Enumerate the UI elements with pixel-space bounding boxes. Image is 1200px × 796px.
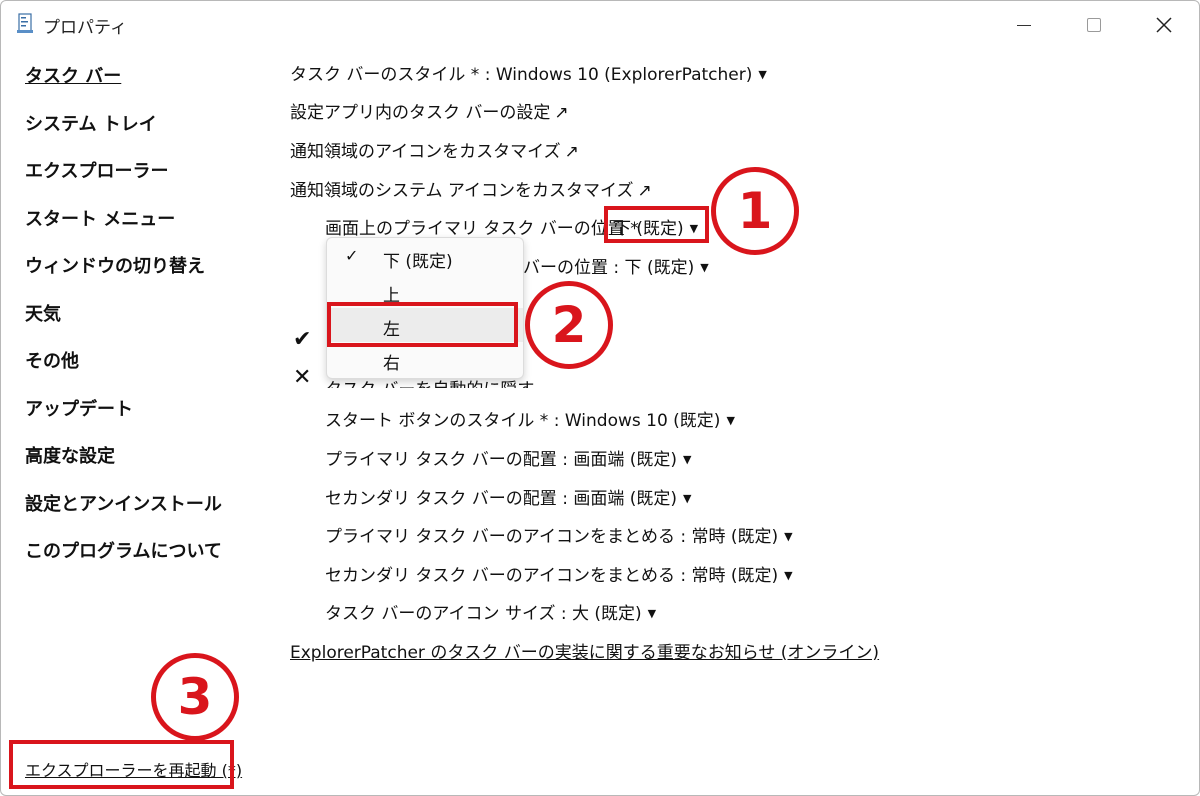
external-link-icon: ↗ <box>637 181 652 201</box>
sidebar-item-advanced[interactable]: 高度な設定 <box>25 442 115 468</box>
secondary-combine-option[interactable]: セカンダリ タスク バーのアイコンをまとめる : 常時 (既定) ▼ <box>325 561 793 586</box>
properties-window: プロパティ タスク バー システム トレイ エクスプローラー スタート メニュー… <box>0 0 1200 796</box>
sidebar-item-taskbar[interactable]: タスク バー <box>25 62 121 88</box>
minimize-icon <box>1017 24 1031 26</box>
dropdown-caret-icon: ▼ <box>683 453 692 466</box>
app-icon <box>17 13 33 33</box>
settings-app-link[interactable]: 設定アプリ内のタスク バーの設定 ↗ <box>290 98 569 123</box>
title-bar: プロパティ <box>1 1 1199 47</box>
taskbar-style-label: タスク バーのスタイル * : Windows 10 (ExplorerPatc… <box>290 65 753 85</box>
dropdown-caret-icon: ▼ <box>784 530 793 543</box>
settings-app-link-label: 設定アプリ内のタスク バーの設定 <box>290 103 551 123</box>
notify-icons-link[interactable]: 通知領域のアイコンをカスタマイズ ↗ <box>290 137 579 162</box>
sidebar-item-weather[interactable]: 天気 <box>25 300 61 326</box>
maximize-button[interactable] <box>1059 5 1129 45</box>
menu-item-label: 下 (既定) <box>383 252 453 272</box>
window-title: プロパティ <box>43 18 127 38</box>
highlight-box-position-value <box>604 206 709 243</box>
external-link-icon: ↗ <box>554 103 569 123</box>
highlight-box-left-option <box>327 302 518 347</box>
sidebar-item-other[interactable]: その他 <box>25 347 79 373</box>
maximize-icon <box>1087 18 1101 32</box>
start-button-style-label: スタート ボタンのスタイル * : Windows 10 (既定) <box>325 411 721 431</box>
highlight-box-restart-link <box>9 740 234 789</box>
sidebar-item-explorer[interactable]: エクスプローラー <box>25 157 168 183</box>
primary-alignment-label: プライマリ タスク バーの配置 : 画面端 (既定) <box>325 450 678 470</box>
primary-position-option[interactable]: 画面上のプライマリ タスク バーの位置 * <box>325 214 639 239</box>
secondary-position-option[interactable]: バーの位置 : 下 (既定) ▼ <box>523 253 709 278</box>
sidebar-item-about[interactable]: このプログラムについて <box>25 537 222 563</box>
taskbar-style-option[interactable]: タスク バーのスタイル * : Windows 10 (ExplorerPatc… <box>290 60 767 85</box>
important-notice-link[interactable]: ExplorerPatcher のタスク バーの実装に関する重要なお知らせ (オ… <box>290 638 879 663</box>
dropdown-caret-icon: ▼ <box>700 261 709 274</box>
sidebar-item-window-switcher[interactable]: ウィンドウの切り替え <box>25 252 205 278</box>
secondary-alignment-label: セカンダリ タスク バーの配置 : 画面端 (既定) <box>325 489 678 509</box>
dropdown-caret-icon: ▼ <box>683 492 692 505</box>
primary-combine-label: プライマリ タスク バーのアイコンをまとめる : 常時 (既定) <box>325 527 779 547</box>
icon-size-option[interactable]: タスク バーのアイコン サイズ : 大 (既定) ▼ <box>325 599 656 624</box>
close-button[interactable] <box>1129 5 1199 45</box>
external-link-icon: ↗ <box>564 142 579 162</box>
autohide-label: タスク バーを自動的に隠す <box>325 380 534 388</box>
check-icon: ✓ <box>345 246 359 265</box>
menu-item-right[interactable]: 右 <box>327 342 523 376</box>
sidebar-item-updates[interactable]: アップデート <box>25 395 133 421</box>
menu-item-label: 右 <box>383 354 400 374</box>
icon-size-label: タスク バーのアイコン サイズ : 大 (既定) <box>325 604 642 624</box>
menu-item-bottom[interactable]: ✓ 下 (既定) <box>327 240 523 274</box>
sidebar-item-uninstall[interactable]: 設定とアンインストール <box>25 490 222 516</box>
close-icon <box>1156 17 1172 33</box>
sidebar-item-system-tray[interactable]: システム トレイ <box>25 110 157 136</box>
primary-alignment-option[interactable]: プライマリ タスク バーの配置 : 画面端 (既定) ▼ <box>325 445 691 470</box>
secondary-position-label: バーの位置 : 下 (既定) <box>523 258 695 278</box>
primary-combine-option[interactable]: プライマリ タスク バーのアイコンをまとめる : 常時 (既定) ▼ <box>325 522 793 547</box>
system-icons-link[interactable]: 通知領域のシステム アイコンをカスタマイズ ↗ <box>290 176 652 201</box>
annotation-badge-2: 2 <box>525 281 613 369</box>
dropdown-caret-icon: ▼ <box>784 569 793 582</box>
dropdown-caret-icon: ▼ <box>758 68 767 81</box>
sidebar-item-start-menu[interactable]: スタート メニュー <box>25 205 175 231</box>
minimize-button[interactable] <box>989 5 1059 45</box>
annotation-badge-1: 1 <box>711 167 799 255</box>
system-icons-link-label: 通知領域のシステム アイコンをカスタマイズ <box>290 181 634 201</box>
checkmark-icon: ✔ <box>293 327 312 352</box>
notify-icons-link-label: 通知領域のアイコンをカスタマイズ <box>290 142 561 162</box>
start-button-style-option[interactable]: スタート ボタンのスタイル * : Windows 10 (既定) ▼ <box>325 406 735 431</box>
annotation-badge-3: 3 <box>151 653 239 741</box>
secondary-combine-label: セカンダリ タスク バーのアイコンをまとめる : 常時 (既定) <box>325 566 779 586</box>
secondary-alignment-option[interactable]: セカンダリ タスク バーの配置 : 画面端 (既定) ▼ <box>325 484 691 509</box>
cross-icon: ✕ <box>293 365 312 390</box>
primary-position-label: 画面上のプライマリ タスク バーの位置 * <box>325 219 639 239</box>
dropdown-caret-icon: ▼ <box>647 607 657 620</box>
dropdown-caret-icon: ▼ <box>726 414 735 427</box>
